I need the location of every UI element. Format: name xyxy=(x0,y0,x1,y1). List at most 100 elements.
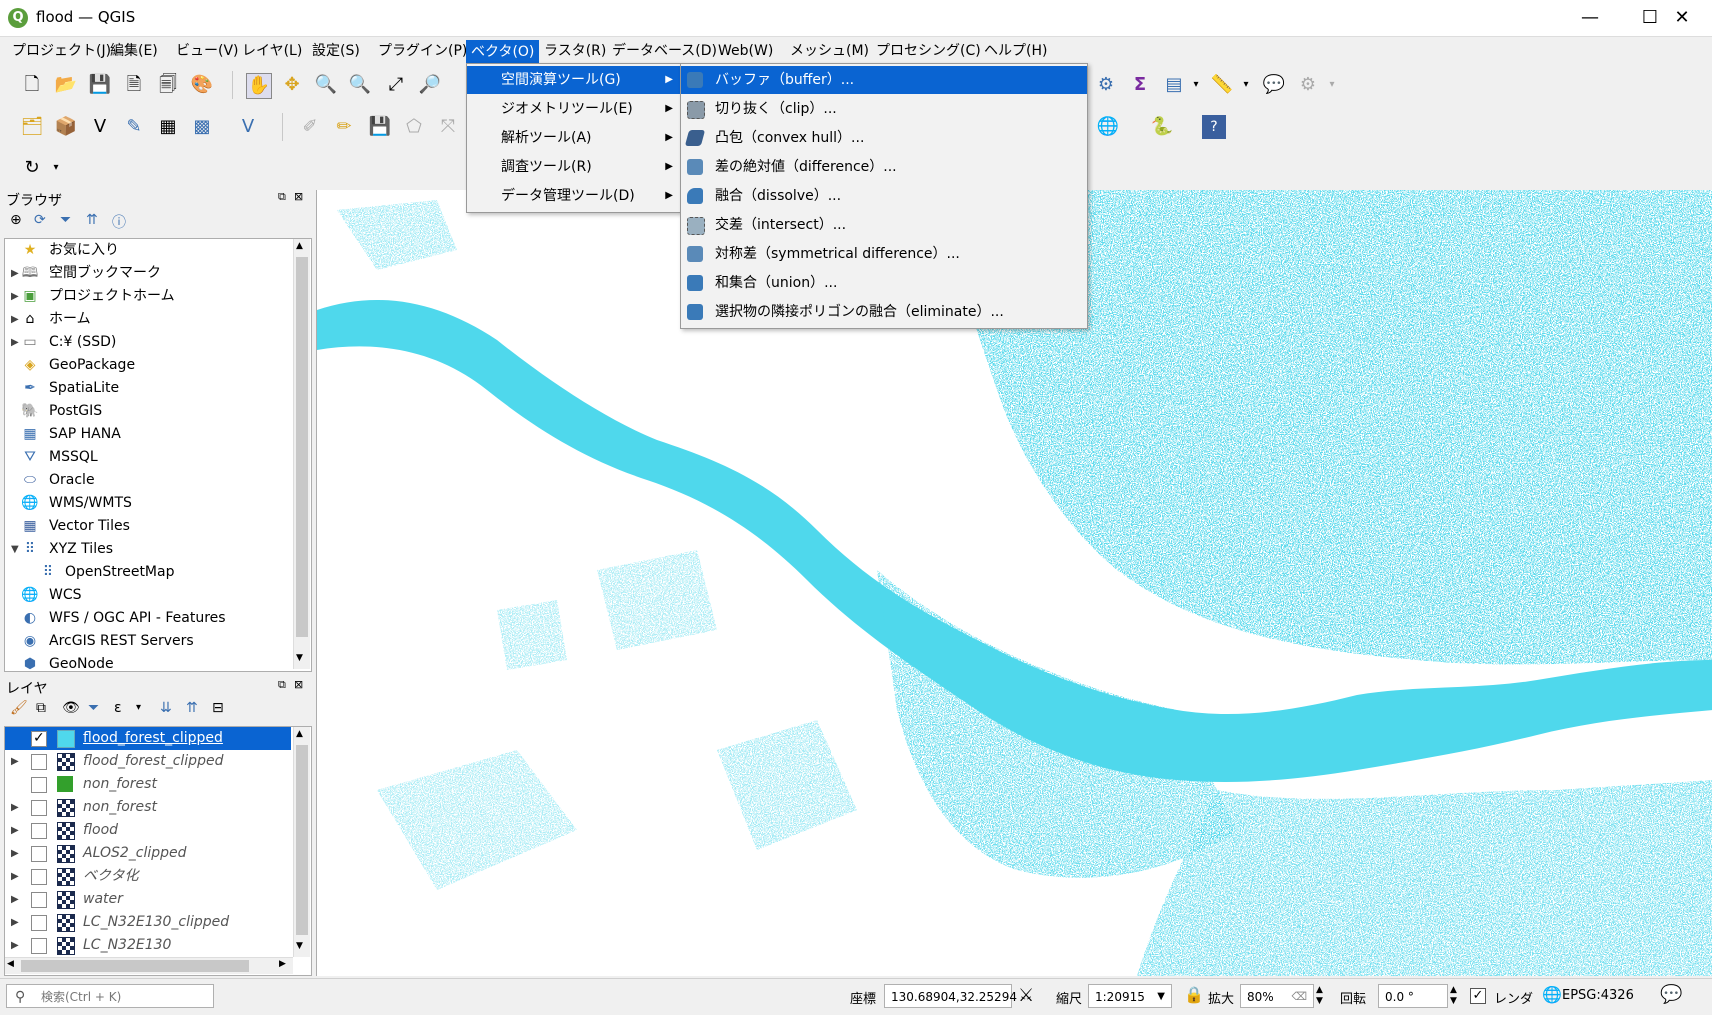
messages-icon[interactable]: 💬 xyxy=(1660,984,1682,1005)
scroll-up-icon[interactable]: ▲ xyxy=(296,729,303,739)
expand-all-icon[interactable]: ⇊ xyxy=(160,700,172,716)
scrollbar-thumb[interactable] xyxy=(296,257,308,637)
clear-icon[interactable]: ⌫ xyxy=(1291,985,1307,1009)
info-icon[interactable]: ⓘ xyxy=(112,212,126,232)
add-raster-layer-icon[interactable]: ▩ xyxy=(190,115,214,139)
menu-item-intersect[interactable]: 交差（intersect）... xyxy=(681,211,1087,239)
scroll-up-icon[interactable]: ▲ xyxy=(296,241,303,251)
filter-by-expression-icon[interactable]: ε xyxy=(114,700,122,716)
new-geopackage-layer-icon[interactable]: 📦 xyxy=(54,115,78,139)
edit-icon[interactable]: ✐ xyxy=(298,115,322,139)
identify-features-icon[interactable]: ⚙ xyxy=(1296,73,1320,97)
close-panel-icon[interactable]: ⊠ xyxy=(294,190,303,203)
layer-visibility-checkbox[interactable] xyxy=(31,869,47,885)
toggle-editing-icon[interactable]: ✏ xyxy=(332,115,356,139)
layer-visibility-checkbox[interactable]: ✓ xyxy=(31,730,47,747)
menu-web[interactable]: Web(W) xyxy=(714,40,777,62)
lock-scale-icon[interactable]: 🔒 xyxy=(1184,985,1204,1004)
map-tips-icon[interactable]: 💬 xyxy=(1262,73,1286,97)
crs-globe-icon[interactable]: 🌐 xyxy=(1542,985,1562,1004)
digitize-icon[interactable]: ✎ xyxy=(122,115,146,139)
scroll-down-icon[interactable]: ▼ xyxy=(296,941,303,951)
menu-item-analysis-tools[interactable]: 解析ツール(A) ▶ xyxy=(467,124,681,152)
menu-item-data-management-tools[interactable]: データ管理ツール(D) ▶ xyxy=(467,182,681,210)
rotation-spinbox[interactable]: 0.0 ° xyxy=(1378,984,1448,1008)
expand-arrow-icon[interactable]: ▶ xyxy=(11,842,19,865)
layer-visibility-checkbox[interactable] xyxy=(31,754,47,770)
browser-scrollbar[interactable]: ▲ ▼ xyxy=(293,239,310,669)
menu-help[interactable]: ヘルプ(H) xyxy=(980,40,1051,62)
georeferencer-icon[interactable]: 🌐 xyxy=(1096,115,1120,139)
locator-search-input[interactable]: ⚲ 検索(Ctrl + K) xyxy=(6,984,214,1008)
zoom-to-selection-icon[interactable]: 🔎 xyxy=(418,73,442,97)
layer-visibility-checkbox[interactable] xyxy=(31,800,47,816)
mouse-coordinate-toggle-icon[interactable]: ⚔ xyxy=(1018,985,1034,1006)
menu-layer[interactable]: レイヤ(L) xyxy=(238,40,306,62)
menu-item-geometry-tools[interactable]: ジオメトリツール(E) ▶ xyxy=(467,95,681,123)
processing-toolbox-icon[interactable]: ⚙ xyxy=(1094,73,1118,97)
expand-arrow-icon[interactable]: ▶ xyxy=(11,750,19,773)
virtual-layer-icon[interactable]: ▦ xyxy=(156,115,180,139)
close-button[interactable]: ✕ xyxy=(1652,0,1712,36)
layers-horizontal-scrollbar[interactable]: ◀ ▶ xyxy=(5,957,293,974)
menu-processing[interactable]: プロセシング(C) xyxy=(872,40,985,62)
scroll-left-icon[interactable]: ◀ xyxy=(7,959,14,969)
layer-visibility-checkbox[interactable] xyxy=(31,892,47,908)
new-project-icon[interactable]: 🗋 xyxy=(20,73,44,97)
chevron-down-icon[interactable]: ▾ xyxy=(136,702,141,713)
add-vector-layer-icon[interactable]: V xyxy=(236,115,260,139)
spin-arrows-icon[interactable]: ▲ ▼ xyxy=(1316,985,1323,1007)
pan-to-selection-icon[interactable]: ✥ xyxy=(280,73,304,97)
attribute-table-icon[interactable]: ▤ xyxy=(1162,73,1186,97)
menu-database[interactable]: データベース(D) xyxy=(608,40,721,62)
scroll-down-icon[interactable]: ▼ xyxy=(296,653,303,663)
style-manager-icon[interactable]: 🎨 xyxy=(190,73,214,97)
menu-item-union[interactable]: 和集合（union）... xyxy=(681,269,1087,297)
data-source-manager-icon[interactable]: 🗂 xyxy=(20,115,44,139)
menu-item-difference[interactable]: 差の絶対値（difference）... xyxy=(681,153,1087,181)
layers-scrollbar[interactable]: ▲ ▼ xyxy=(293,727,310,957)
expand-arrow-icon[interactable]: ▶ xyxy=(11,262,19,285)
float-panel-icon[interactable]: ⧉ xyxy=(278,190,286,204)
save-edits-icon[interactable]: 💾 xyxy=(368,115,392,139)
menu-edit[interactable]: 編集(E) xyxy=(106,40,162,62)
collapse-all-icon[interactable]: ⇈ xyxy=(186,700,198,716)
chevron-down-icon[interactable]: ▾ xyxy=(1320,73,1344,97)
add-group-icon[interactable]: ⧉ xyxy=(36,700,46,716)
scale-combobox[interactable]: 1:20915 ▼ xyxy=(1088,984,1172,1008)
add-selected-layers-icon[interactable]: ⊕ xyxy=(10,212,22,228)
menu-mesh[interactable]: メッシュ(M) xyxy=(786,40,873,62)
filter-icon[interactable]: ⏷ xyxy=(60,212,71,228)
layer-visibility-checkbox[interactable] xyxy=(31,846,47,862)
layer-visibility-checkbox[interactable] xyxy=(31,915,47,931)
expand-arrow-icon[interactable]: ▶ xyxy=(11,934,19,957)
menu-project[interactable]: プロジェクト(J) xyxy=(8,40,115,62)
menu-plugins[interactable]: プラグイン(P) xyxy=(374,40,471,62)
menu-item-convex-hull[interactable]: 凸包（convex hull）... xyxy=(681,124,1087,152)
expand-arrow-icon[interactable]: ▶ xyxy=(11,796,19,819)
spin-arrows-icon[interactable]: ▲ ▼ xyxy=(1450,985,1457,1007)
render-checkbox[interactable]: ✓ xyxy=(1470,988,1486,1004)
add-feature-icon[interactable]: ⬠ xyxy=(402,115,426,139)
layer-styling-icon[interactable]: 🖌 xyxy=(10,700,28,716)
magnifier-spinbox[interactable]: 80% ⌫ xyxy=(1240,984,1314,1008)
python-console-icon[interactable]: 🐍 xyxy=(1150,115,1174,139)
scrollbar-thumb[interactable] xyxy=(21,960,249,972)
expand-arrow-icon[interactable]: ▶ xyxy=(11,865,19,888)
scrollbar-thumb[interactable] xyxy=(296,745,308,935)
save-project-icon[interactable]: 💾 xyxy=(88,73,112,97)
collapse-arrow-icon[interactable]: ▼ xyxy=(11,538,19,561)
menu-item-dissolve[interactable]: 融合（dissolve）... xyxy=(681,182,1087,210)
expand-arrow-icon[interactable]: ▶ xyxy=(11,308,19,331)
menu-item-symmetrical-difference[interactable]: 対称差（symmetrical difference）... xyxy=(681,240,1087,268)
pan-map-icon[interactable]: ✋ xyxy=(246,73,272,99)
layout-manager-icon[interactable]: 🗐 xyxy=(156,73,180,97)
float-panel-icon[interactable]: ⧉ xyxy=(278,678,286,692)
layer-visibility-checkbox[interactable] xyxy=(31,938,47,954)
expand-arrow-icon[interactable]: ▶ xyxy=(11,888,19,911)
minimize-button[interactable]: — xyxy=(1560,0,1620,36)
crs-label[interactable]: EPSG:4326 xyxy=(1562,988,1634,1003)
new-shapefile-layer-icon[interactable]: V xyxy=(88,115,112,139)
chevron-down-icon[interactable]: ▾ xyxy=(44,156,68,180)
menu-item-research-tools[interactable]: 調査ツール(R) ▶ xyxy=(467,153,681,181)
